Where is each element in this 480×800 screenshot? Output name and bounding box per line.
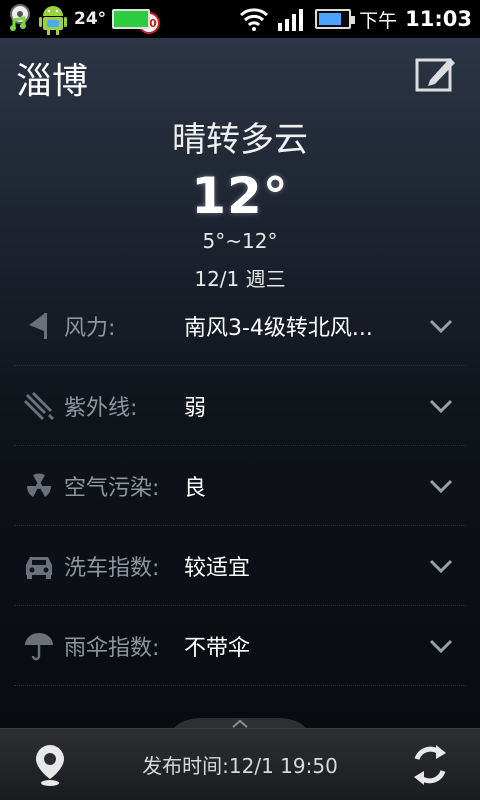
status-bar: 24° 50 下午 11:03 [0,0,480,38]
current-temperature: 12° [191,167,289,225]
refresh-button[interactable] [380,743,480,787]
battery-icon [315,9,356,29]
weather-screen: 24° 50 下午 11:03 淄博 [0,0,480,800]
detail-row-carwash[interactable]: 洗车指数: 较适宜 [14,526,466,606]
car-icon [26,556,52,579]
radiation-icon [26,473,52,497]
status-temperature: 24° [74,9,107,29]
status-ampm: 下午 [359,9,398,32]
chevron-down-icon [429,399,453,413]
green-battery-icon [112,9,151,29]
detail-label: 洗车指数: [64,555,160,581]
weather-details-list: 风力: 南风3-4级转北风... 紫外线: 弱 空气污染: 良 洗车指数: 较适… [14,286,466,686]
edit-icon [415,58,455,92]
detail-row-umbrella[interactable]: 雨伞指数: 不带伞 [14,606,466,686]
status-right: 下午 11:03 [239,6,472,33]
detail-value: 不带伞 [184,635,251,661]
uv-rays-icon [23,391,55,420]
refresh-icon [414,744,446,785]
signal-icon [278,9,304,31]
status-left: 24° 50 [8,2,161,36]
detail-value: 较适宜 [184,555,251,581]
detail-label: 雨伞指数: [64,635,160,661]
chevron-down-icon [429,639,453,653]
detail-label: 空气污染: [64,475,160,501]
edit-button[interactable] [414,52,458,96]
chevron-down-icon [429,319,453,333]
detail-value: 弱 [184,395,207,421]
weather-condition: 晴转多云 [172,120,308,160]
detail-label: 紫外线: [64,395,138,421]
weather-summary: 晴转多云 12° 5°~12° 12/1 週三 [0,112,480,292]
detail-value: 南风3-4级转北风... [184,315,373,341]
flag-icon [29,312,47,339]
chevron-down-icon [429,559,453,573]
umbrella-icon [25,632,53,660]
detail-label: 风力: [64,315,116,341]
detail-value: 良 [184,475,207,501]
location-button[interactable] [0,743,100,787]
status-time: 11:03 [405,7,472,31]
publish-time: 发布时间:12/1 19:50 [142,754,338,778]
detail-row-uv[interactable]: 紫外线: 弱 [14,366,466,446]
detail-row-wind[interactable]: 风力: 南风3-4级转北风... [14,286,466,366]
location-pin-icon [36,744,64,786]
city-name[interactable]: 淄博 [16,52,88,104]
android-icon [39,6,67,35]
chevron-down-icon [429,479,453,493]
wifi-icon [240,8,269,31]
detail-row-air[interactable]: 空气污染: 良 [14,446,466,526]
temperature-range: 5°~12° [202,229,278,253]
bottom-bar: 发布时间:12/1 19:50 [0,728,480,800]
music-icon [10,4,30,31]
